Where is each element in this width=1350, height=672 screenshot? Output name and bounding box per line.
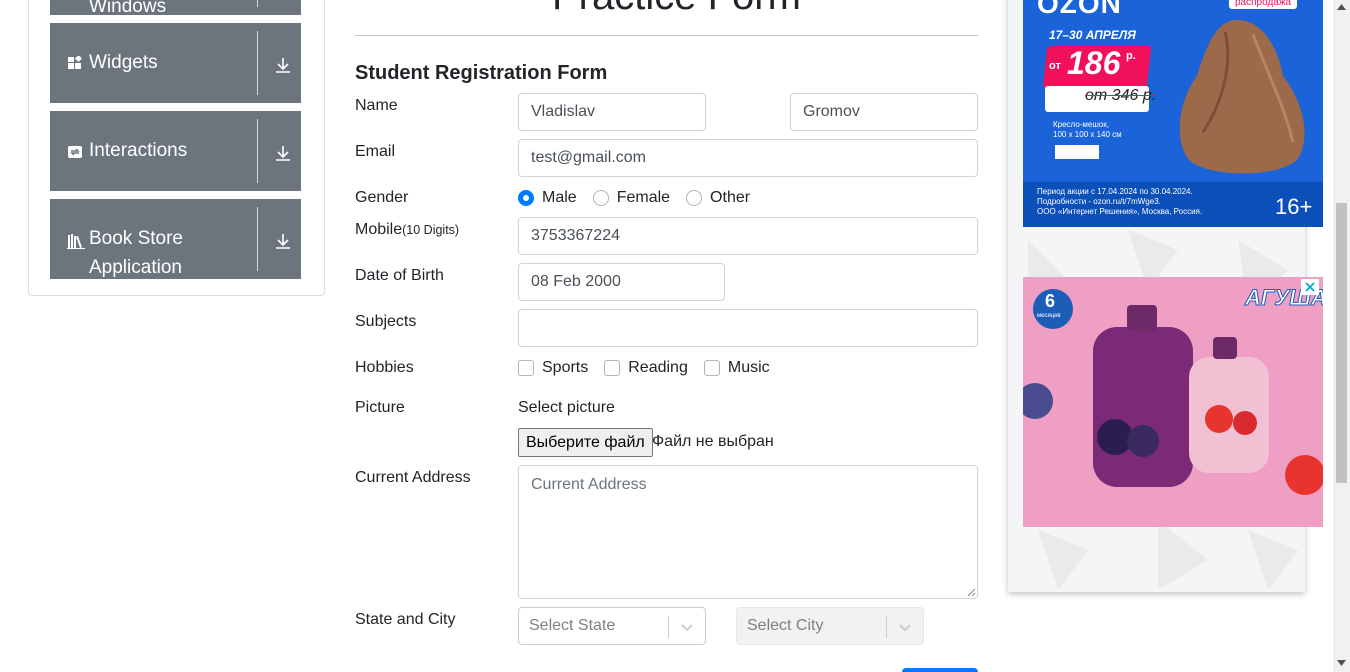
choose-file-button[interactable]: Выберите файл — [518, 428, 653, 457]
old-price: от 346 р. — [1085, 87, 1157, 104]
hobby-music-label[interactable]: Music — [728, 359, 770, 377]
sidebar-group-widgets[interactable]: Widgets — [50, 23, 301, 103]
sale-tag: распродажа — [1229, 0, 1298, 9]
sidebar-group-windows[interactable]: Windows — [50, 0, 301, 17]
hobby-sports-option[interactable]: Sports — [518, 359, 588, 377]
price-prefix: от — [1049, 60, 1061, 72]
hobby-reading-option[interactable]: Reading — [604, 359, 688, 377]
sidebar-group-label: Windows — [89, 0, 167, 17]
chevron-down-icon — [681, 624, 693, 632]
sidebar-group-label: Interactions — [89, 140, 188, 161]
page-title: Practice Form — [552, 0, 801, 19]
title-divider — [355, 35, 978, 36]
gender-male-option[interactable]: Male — [518, 189, 577, 207]
product-name: Кресло-мешок, — [1053, 120, 1109, 129]
agusha-ad-banner[interactable]: 6 месяцев АГУША — [1023, 277, 1323, 527]
address-textarea[interactable]: Current Address — [518, 465, 978, 599]
hobby-sports-label[interactable]: Sports — [542, 359, 588, 377]
product-size: 100 х 100 х 140 см — [1053, 130, 1122, 139]
mobile-label: Mobile(10 Digits) — [355, 221, 459, 239]
sidebar-group-label-line2: Application — [89, 257, 182, 278]
hobbies-options: Sports Reading Music — [518, 359, 786, 377]
subjects-input[interactable] — [518, 309, 978, 347]
sidebar-group-interactions[interactable]: Interactions — [50, 111, 301, 191]
promo-dates: 17–30 АПРЕЛЯ — [1049, 28, 1136, 42]
radio-male[interactable] — [518, 190, 534, 206]
sidebar-group-label: Widgets — [89, 52, 158, 73]
price-currency: р. — [1126, 50, 1136, 62]
picture-prompt: Select picture — [518, 399, 615, 416]
books-icon — [67, 234, 85, 249]
hobby-reading-label[interactable]: Reading — [628, 359, 688, 377]
gender-label: Gender — [355, 189, 409, 206]
mobile-hint: (10 Digits) — [402, 223, 460, 237]
resize-handle-icon[interactable] — [967, 588, 976, 597]
radio-female[interactable] — [592, 190, 609, 206]
dob-input[interactable]: 08 Feb 2000 — [518, 263, 725, 301]
adchoices-icon[interactable] — [1301, 279, 1319, 295]
age-badge: 6 — [1045, 291, 1056, 311]
radio-other[interactable] — [686, 190, 703, 206]
download-icon — [276, 58, 290, 73]
picture-label: Picture — [355, 399, 405, 416]
subjects-label: Subjects — [355, 313, 417, 330]
sidebar-group-book-store[interactable]: Book Store Application — [50, 199, 301, 279]
widgets-icon — [68, 56, 83, 69]
chevron-down-icon — [899, 624, 911, 632]
bean-bag-image — [1179, 20, 1305, 174]
state-city-label: State and City — [355, 611, 456, 628]
sidebar-group-label: Book Store — [89, 228, 183, 249]
download-icon — [276, 234, 290, 249]
interactions-icon — [68, 146, 82, 158]
name-label: Name — [355, 97, 398, 114]
dob-label: Date of Birth — [355, 267, 444, 284]
email-input[interactable]: test@gmail.com — [518, 139, 978, 177]
first-name-input[interactable]: Vladislav — [518, 93, 706, 131]
fine-print-3: ООО «Интернет Решения», Москва, Россия. — [1037, 207, 1203, 216]
state-select[interactable]: Select State — [518, 607, 706, 645]
checkbox-sports[interactable] — [518, 360, 534, 376]
checkbox-music[interactable] — [703, 360, 720, 376]
gender-male-label[interactable]: Male — [542, 189, 577, 207]
fine-print-2: Подробности - ozon.ru/t/7mWge3. — [1037, 197, 1161, 206]
gender-other-label[interactable]: Other — [710, 189, 750, 207]
email-label: Email — [355, 143, 396, 160]
city-select[interactable]: Select City — [736, 607, 924, 645]
agusha-ad-art — [1023, 289, 1323, 495]
checkbox-reading[interactable] — [604, 360, 621, 376]
scroll-down-icon[interactable] — [1337, 660, 1346, 666]
hobbies-label: Hobbies — [355, 359, 414, 376]
gender-female-label[interactable]: Female — [617, 189, 670, 207]
gender-options: Male Female Other — [518, 189, 766, 207]
city-select-placeholder: Select City — [747, 617, 824, 634]
file-status: Файл не выбран — [652, 433, 774, 450]
submit-button[interactable] — [902, 668, 978, 672]
state-select-placeholder: Select State — [529, 617, 616, 634]
address-label: Current Address — [355, 469, 471, 486]
last-name-input[interactable]: Gromov — [790, 93, 978, 131]
age-rating: 16+ — [1275, 194, 1313, 219]
mobile-input[interactable]: 3753367224 — [518, 217, 978, 255]
mobile-label-text: Mobile — [355, 221, 403, 238]
form-title: Student Registration Form — [355, 62, 608, 84]
gender-other-option[interactable]: Other — [686, 189, 750, 207]
ozon-ad-banner[interactable]: OZON распродажа 17–30 АПРЕЛЯ от 186 р. о… — [1023, 0, 1323, 227]
hobby-music-option[interactable]: Music — [703, 359, 770, 377]
ozon-logo: OZON — [1037, 0, 1122, 19]
ad-price: 186 — [1067, 45, 1121, 81]
age-badge-unit: месяцев — [1037, 313, 1061, 319]
gender-female-option[interactable]: Female — [592, 189, 670, 207]
scroll-up-icon[interactable] — [1337, 4, 1346, 10]
fine-print-1: Период акции с 17.04.2024 по 30.04.2024. — [1037, 187, 1193, 196]
download-icon — [276, 146, 290, 161]
scrollbar-thumb[interactable] — [1336, 203, 1347, 483]
brand-logo-icon — [1055, 145, 1099, 159]
